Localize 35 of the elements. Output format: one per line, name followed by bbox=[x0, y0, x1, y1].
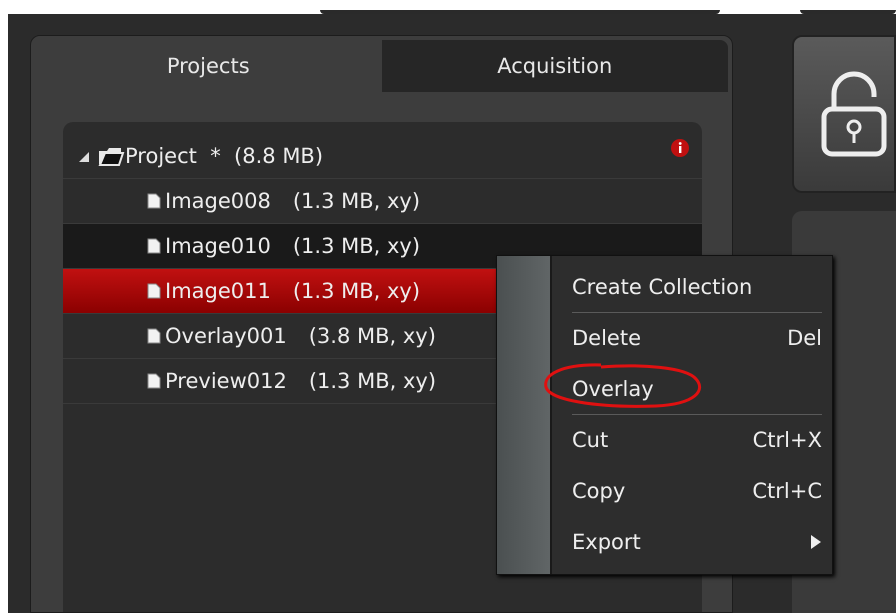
file-name: Overlay001 bbox=[165, 324, 287, 348]
file-row[interactable]: Image010 (1.3 MB, xy) bbox=[63, 224, 702, 269]
file-size: (1.3 MB, xy) bbox=[308, 369, 436, 393]
file-icon bbox=[147, 238, 161, 254]
file-size: (1.3 MB, xy) bbox=[292, 234, 420, 258]
file-size: (3.8 MB, xy) bbox=[308, 324, 436, 348]
folder-icon bbox=[97, 145, 125, 167]
menu-item[interactable]: Export bbox=[572, 517, 822, 568]
file-name: Preview012 bbox=[165, 369, 287, 393]
file-name: Image011 bbox=[165, 279, 271, 303]
menu-item[interactable]: Overlay bbox=[572, 364, 822, 415]
file-icon bbox=[147, 328, 161, 344]
tab[interactable]: Acquisition bbox=[382, 40, 728, 92]
lock-button[interactable] bbox=[792, 35, 896, 193]
menu-item-label: Copy bbox=[572, 479, 626, 503]
menu-item[interactable]: Cut Ctrl+X bbox=[572, 415, 822, 466]
file-icon bbox=[147, 283, 161, 299]
tree-row[interactable]: Project * (8.8 MB) bbox=[63, 134, 702, 179]
file-icon bbox=[147, 373, 161, 389]
menu-item-label: Cut bbox=[572, 428, 608, 452]
file-name: Image010 bbox=[165, 234, 271, 258]
file-size: (1.3 MB, xy) bbox=[292, 189, 420, 213]
menu-item-label: Overlay bbox=[572, 377, 654, 401]
submenu-arrow-icon bbox=[810, 534, 822, 550]
menu-item[interactable]: Copy Ctrl+C bbox=[572, 466, 822, 517]
project-name: Project * (8.8 MB) bbox=[125, 144, 324, 168]
menu-item-label: Delete bbox=[572, 326, 641, 350]
file-size: (1.3 MB, xy) bbox=[292, 279, 420, 303]
shortcut-label: Ctrl+C bbox=[752, 479, 822, 503]
shortcut-label: Ctrl+X bbox=[752, 428, 822, 452]
menu-item[interactable]: Create Collection bbox=[572, 262, 822, 313]
file-name: Image008 bbox=[165, 189, 271, 213]
file-icon bbox=[147, 193, 161, 209]
shortcut-label: Del bbox=[787, 326, 822, 350]
menu-item-label: Export bbox=[572, 530, 641, 554]
